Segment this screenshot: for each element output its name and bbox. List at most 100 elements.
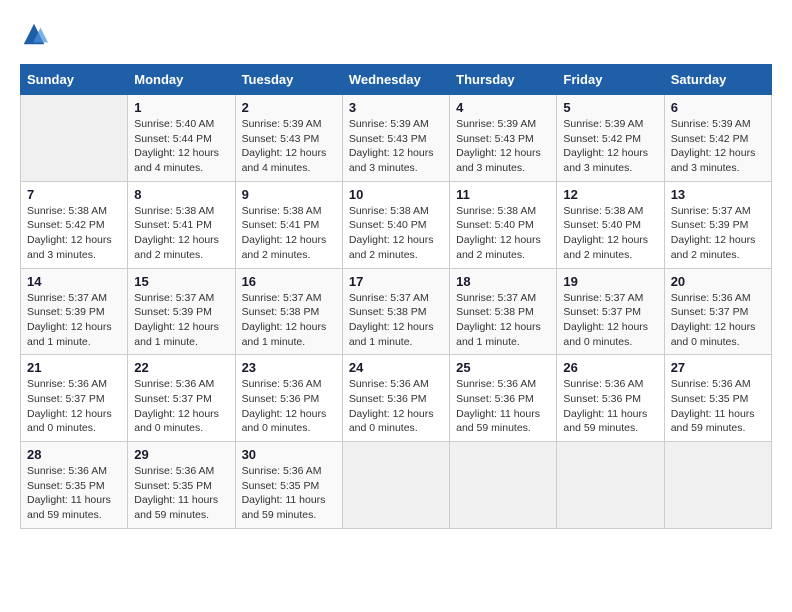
calendar-header: SundayMondayTuesdayWednesdayThursdayFrid… — [21, 65, 772, 95]
week-row-2: 7 Sunrise: 5:38 AM Sunset: 5:42 PM Daylig… — [21, 181, 772, 268]
column-header-saturday: Saturday — [664, 65, 771, 95]
day-info: Sunrise: 5:38 AM Sunset: 5:40 PM Dayligh… — [456, 204, 550, 263]
day-number: 15 — [134, 274, 228, 289]
calendar-cell: 18 Sunrise: 5:37 AM Sunset: 5:38 PM Dayli… — [450, 268, 557, 355]
day-info: Sunrise: 5:36 AM Sunset: 5:36 PM Dayligh… — [349, 377, 443, 436]
week-row-3: 14 Sunrise: 5:37 AM Sunset: 5:39 PM Dayli… — [21, 268, 772, 355]
calendar-cell: 29 Sunrise: 5:36 AM Sunset: 5:35 PM Dayli… — [128, 442, 235, 529]
day-number: 30 — [242, 447, 336, 462]
day-number: 25 — [456, 360, 550, 375]
day-number: 1 — [134, 100, 228, 115]
day-number: 21 — [27, 360, 121, 375]
column-header-friday: Friday — [557, 65, 664, 95]
day-number: 24 — [349, 360, 443, 375]
day-info: Sunrise: 5:38 AM Sunset: 5:41 PM Dayligh… — [134, 204, 228, 263]
day-info: Sunrise: 5:37 AM Sunset: 5:39 PM Dayligh… — [134, 291, 228, 350]
day-number: 20 — [671, 274, 765, 289]
day-number: 29 — [134, 447, 228, 462]
calendar-cell: 23 Sunrise: 5:36 AM Sunset: 5:36 PM Dayli… — [235, 355, 342, 442]
day-number: 17 — [349, 274, 443, 289]
day-info: Sunrise: 5:38 AM Sunset: 5:40 PM Dayligh… — [563, 204, 657, 263]
day-info: Sunrise: 5:39 AM Sunset: 5:43 PM Dayligh… — [456, 117, 550, 176]
day-info: Sunrise: 5:36 AM Sunset: 5:37 PM Dayligh… — [134, 377, 228, 436]
header-row: SundayMondayTuesdayWednesdayThursdayFrid… — [21, 65, 772, 95]
calendar-cell — [557, 442, 664, 529]
calendar-cell: 2 Sunrise: 5:39 AM Sunset: 5:43 PM Daylig… — [235, 95, 342, 182]
calendar-cell: 28 Sunrise: 5:36 AM Sunset: 5:35 PM Dayli… — [21, 442, 128, 529]
column-header-monday: Monday — [128, 65, 235, 95]
day-info: Sunrise: 5:37 AM Sunset: 5:37 PM Dayligh… — [563, 291, 657, 350]
column-header-wednesday: Wednesday — [342, 65, 449, 95]
calendar-cell — [21, 95, 128, 182]
day-info: Sunrise: 5:36 AM Sunset: 5:35 PM Dayligh… — [134, 464, 228, 523]
day-number: 13 — [671, 187, 765, 202]
logo-icon — [20, 20, 48, 48]
day-number: 14 — [27, 274, 121, 289]
calendar-cell: 14Sunrise: 5:37 AM Sunset: 5:39 PM Dayli… — [21, 268, 128, 355]
day-info: Sunrise: 5:37 AM Sunset: 5:38 PM Dayligh… — [456, 291, 550, 350]
calendar-cell: 19 Sunrise: 5:37 AM Sunset: 5:37 PM Dayli… — [557, 268, 664, 355]
column-header-thursday: Thursday — [450, 65, 557, 95]
day-info: Sunrise: 5:36 AM Sunset: 5:36 PM Dayligh… — [456, 377, 550, 436]
day-info: Sunrise: 5:38 AM Sunset: 5:42 PM Dayligh… — [27, 204, 121, 263]
week-row-5: 28 Sunrise: 5:36 AM Sunset: 5:35 PM Dayli… — [21, 442, 772, 529]
page-header — [20, 20, 772, 48]
week-row-1: 1 Sunrise: 5:40 AM Sunset: 5:44 PM Daylig… — [21, 95, 772, 182]
day-info: Sunrise: 5:39 AM Sunset: 5:43 PM Dayligh… — [349, 117, 443, 176]
day-number: 2 — [242, 100, 336, 115]
day-number: 9 — [242, 187, 336, 202]
calendar-cell: 5 Sunrise: 5:39 AM Sunset: 5:42 PM Daylig… — [557, 95, 664, 182]
calendar-cell: 8 Sunrise: 5:38 AM Sunset: 5:41 PM Daylig… — [128, 181, 235, 268]
calendar-cell: 4 Sunrise: 5:39 AM Sunset: 5:43 PM Daylig… — [450, 95, 557, 182]
day-number: 4 — [456, 100, 550, 115]
day-number: 23 — [242, 360, 336, 375]
day-number: 27 — [671, 360, 765, 375]
calendar-cell: 12 Sunrise: 5:38 AM Sunset: 5:40 PM Dayli… — [557, 181, 664, 268]
day-number: 16 — [242, 274, 336, 289]
calendar-cell: 30 Sunrise: 5:36 AM Sunset: 5:35 PM Dayli… — [235, 442, 342, 529]
calendar-cell: 25 Sunrise: 5:36 AM Sunset: 5:36 PM Dayli… — [450, 355, 557, 442]
calendar-cell: 16 Sunrise: 5:37 AM Sunset: 5:38 PM Dayli… — [235, 268, 342, 355]
calendar-cell: 13 Sunrise: 5:37 AM Sunset: 5:39 PM Dayli… — [664, 181, 771, 268]
calendar-cell: 26 Sunrise: 5:36 AM Sunset: 5:36 PM Dayli… — [557, 355, 664, 442]
day-number: 12 — [563, 187, 657, 202]
column-header-sunday: Sunday — [21, 65, 128, 95]
calendar-cell — [342, 442, 449, 529]
day-info: Sunrise: 5:39 AM Sunset: 5:42 PM Dayligh… — [671, 117, 765, 176]
day-number: 3 — [349, 100, 443, 115]
calendar-cell: 1 Sunrise: 5:40 AM Sunset: 5:44 PM Daylig… — [128, 95, 235, 182]
day-info: Sunrise: 5:38 AM Sunset: 5:40 PM Dayligh… — [349, 204, 443, 263]
day-number: 28 — [27, 447, 121, 462]
calendar-cell: 6Sunrise: 5:39 AM Sunset: 5:42 PM Daylig… — [664, 95, 771, 182]
day-info: Sunrise: 5:36 AM Sunset: 5:35 PM Dayligh… — [27, 464, 121, 523]
day-info: Sunrise: 5:36 AM Sunset: 5:36 PM Dayligh… — [563, 377, 657, 436]
day-number: 11 — [456, 187, 550, 202]
calendar-cell — [664, 442, 771, 529]
day-info: Sunrise: 5:39 AM Sunset: 5:43 PM Dayligh… — [242, 117, 336, 176]
day-number: 22 — [134, 360, 228, 375]
day-info: Sunrise: 5:39 AM Sunset: 5:42 PM Dayligh… — [563, 117, 657, 176]
day-info: Sunrise: 5:37 AM Sunset: 5:39 PM Dayligh… — [671, 204, 765, 263]
calendar-cell: 20Sunrise: 5:36 AM Sunset: 5:37 PM Dayli… — [664, 268, 771, 355]
day-info: Sunrise: 5:37 AM Sunset: 5:38 PM Dayligh… — [242, 291, 336, 350]
calendar-cell: 21 Sunrise: 5:36 AM Sunset: 5:37 PM Dayli… — [21, 355, 128, 442]
calendar-cell: 24 Sunrise: 5:36 AM Sunset: 5:36 PM Dayli… — [342, 355, 449, 442]
day-number: 18 — [456, 274, 550, 289]
calendar-body: 1 Sunrise: 5:40 AM Sunset: 5:44 PM Daylig… — [21, 95, 772, 529]
day-info: Sunrise: 5:36 AM Sunset: 5:36 PM Dayligh… — [242, 377, 336, 436]
day-number: 5 — [563, 100, 657, 115]
day-info: Sunrise: 5:40 AM Sunset: 5:44 PM Dayligh… — [134, 117, 228, 176]
day-info: Sunrise: 5:36 AM Sunset: 5:37 PM Dayligh… — [27, 377, 121, 436]
calendar-table: SundayMondayTuesdayWednesdayThursdayFrid… — [20, 64, 772, 529]
day-info: Sunrise: 5:36 AM Sunset: 5:35 PM Dayligh… — [242, 464, 336, 523]
day-number: 7 — [27, 187, 121, 202]
day-number: 10 — [349, 187, 443, 202]
logo — [20, 20, 52, 48]
day-number: 26 — [563, 360, 657, 375]
calendar-cell: 11 Sunrise: 5:38 AM Sunset: 5:40 PM Dayli… — [450, 181, 557, 268]
calendar-cell: 7 Sunrise: 5:38 AM Sunset: 5:42 PM Daylig… — [21, 181, 128, 268]
day-number: 19 — [563, 274, 657, 289]
calendar-cell: 3 Sunrise: 5:39 AM Sunset: 5:43 PM Daylig… — [342, 95, 449, 182]
calendar-cell: 10 Sunrise: 5:38 AM Sunset: 5:40 PM Dayli… — [342, 181, 449, 268]
day-number: 8 — [134, 187, 228, 202]
